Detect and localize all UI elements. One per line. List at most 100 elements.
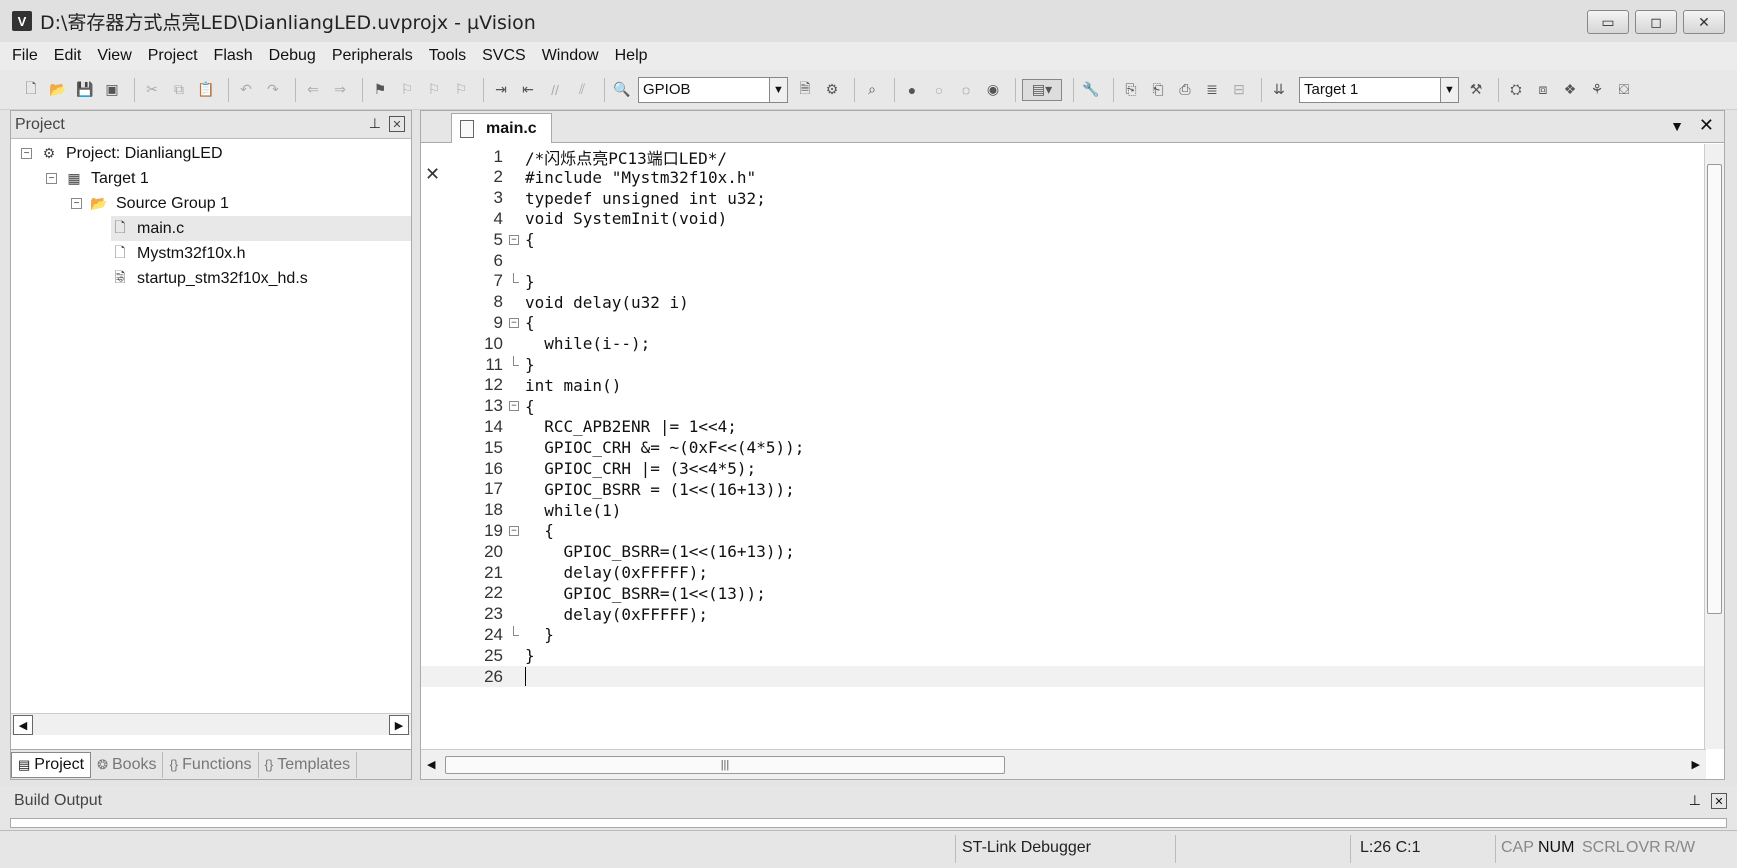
cut-icon[interactable]: ✂ bbox=[141, 79, 163, 101]
tree-target-node[interactable]: − ▦ Target 1 bbox=[46, 166, 149, 191]
menu-file[interactable]: File bbox=[12, 47, 38, 65]
uncomment-icon[interactable]: ⫽ bbox=[571, 79, 593, 101]
manage-project-icon[interactable]: ⛭ bbox=[1505, 79, 1527, 101]
code-line[interactable]: 1 /*闪烁点亮PC13端口LED*/ bbox=[421, 146, 1706, 168]
code-line[interactable]: 23 delay(0xFFFFF); bbox=[421, 604, 1706, 625]
build-output-text[interactable] bbox=[10, 818, 1727, 828]
download-icon[interactable]: ⇊ bbox=[1268, 79, 1290, 101]
redo-icon[interactable]: ↷ bbox=[262, 79, 284, 101]
menu-project[interactable]: Project bbox=[148, 47, 198, 65]
chevron-down-icon[interactable]: ▼ bbox=[769, 77, 787, 102]
code-line[interactable]: 19− { bbox=[421, 520, 1706, 541]
fold-collapse-icon[interactable]: − bbox=[509, 525, 519, 536]
prev-bookmark-icon[interactable]: ⚐ bbox=[396, 79, 418, 101]
close-icon[interactable]: ✕ bbox=[389, 116, 405, 132]
tab-main-c[interactable]: main.c bbox=[451, 113, 552, 143]
undo-icon[interactable]: ↶ bbox=[235, 79, 257, 101]
navigate-forward-icon[interactable]: ⇒ bbox=[329, 79, 351, 101]
menu-help[interactable]: Help bbox=[615, 47, 648, 65]
code-line[interactable]: 15 GPIOC_CRH &= ~(0xF<<(4*5)); bbox=[421, 437, 1706, 458]
menu-peripherals[interactable]: Peripherals bbox=[332, 47, 413, 65]
indent-icon[interactable]: ⇥ bbox=[490, 79, 512, 101]
code-line[interactable]: 17 GPIOC_BSRR = (1<<(16+13)); bbox=[421, 479, 1706, 500]
find-icon[interactable]: 🗎 bbox=[794, 79, 816, 101]
tree-file-main-c[interactable]: 🗋 main.c bbox=[111, 216, 411, 241]
debug-start-icon[interactable]: ● bbox=[901, 79, 923, 101]
paste-icon[interactable]: 📋 bbox=[195, 79, 217, 101]
code-line[interactable]: 3 typedef unsigned int u32; bbox=[421, 188, 1706, 209]
code-line[interactable]: 13−{ bbox=[421, 396, 1706, 417]
tree-file-startup[interactable]: 🗟 startup_stm32f10x_hd.s bbox=[111, 266, 307, 291]
code-line[interactable]: 7} bbox=[421, 271, 1706, 292]
tree-group-node[interactable]: − 📂 Source Group 1 bbox=[71, 191, 229, 216]
find-in-files-icon[interactable]: 🔍 bbox=[611, 79, 633, 101]
tab-project[interactable]: ▤ Project bbox=[11, 751, 92, 778]
incremental-find-icon[interactable]: ⌕ bbox=[861, 79, 883, 101]
rebuild-icon[interactable]: ⎙ bbox=[1174, 79, 1196, 101]
code-line[interactable]: 8 void delay(u32 i) bbox=[421, 292, 1706, 313]
code-area[interactable]: 1 /*闪烁点亮PC13端口LED*/ 2 #include "Mystm32f10x… bbox=[421, 144, 1706, 749]
code-line[interactable]: 20 GPIOC_BSRR=(1<<(16+13)); bbox=[421, 541, 1706, 562]
code-line[interactable]: 11} bbox=[421, 354, 1706, 375]
menu-window[interactable]: Window bbox=[542, 47, 599, 65]
minimize-button[interactable]: ▭ bbox=[1587, 10, 1629, 34]
menu-edit[interactable]: Edit bbox=[54, 47, 82, 65]
translate-icon[interactable]: ⎘ bbox=[1120, 79, 1142, 101]
bookmark-icon[interactable]: ⚑ bbox=[369, 79, 391, 101]
code-line[interactable]: 26 bbox=[421, 666, 1706, 687]
window-layout-icon[interactable]: ▤▾ bbox=[1022, 78, 1062, 101]
comment-icon[interactable]: // bbox=[544, 79, 566, 101]
scroll-thumb[interactable] bbox=[1707, 164, 1722, 614]
code-line[interactable]: 9−{ bbox=[421, 312, 1706, 333]
stop-build-icon[interactable]: ⊟ bbox=[1228, 79, 1250, 101]
pin-icon[interactable]: ⊥ bbox=[369, 115, 381, 132]
code-line[interactable]: 18 while(1) bbox=[421, 500, 1706, 521]
configure-icon[interactable]: 🔧 bbox=[1080, 79, 1102, 101]
code-line[interactable]: 4 void SystemInit(void) bbox=[421, 208, 1706, 229]
menu-tools[interactable]: Tools bbox=[429, 47, 466, 65]
scroll-left-icon[interactable]: ◀ bbox=[13, 715, 33, 735]
collapse-icon[interactable]: − bbox=[71, 198, 82, 209]
code-line[interactable]: 10 while(i--); bbox=[421, 333, 1706, 354]
open-file-icon[interactable]: 📂 bbox=[47, 79, 69, 101]
code-line[interactable]: 22 GPIOC_BSRR=(1<<(13)); bbox=[421, 583, 1706, 604]
target-options-icon[interactable]: ⚒ bbox=[1465, 79, 1487, 101]
collapse-icon[interactable]: − bbox=[46, 173, 57, 184]
target-combo[interactable]: Target 1 ▼ bbox=[1299, 76, 1459, 103]
save-icon[interactable]: 💾 bbox=[74, 79, 96, 101]
menu-flash[interactable]: Flash bbox=[214, 47, 253, 65]
next-bookmark-icon[interactable]: ⚐ bbox=[423, 79, 445, 101]
tree-file-header[interactable]: 🗋 Mystm32f10x.h bbox=[111, 241, 245, 266]
tab-templates[interactable]: {} Templates bbox=[259, 751, 358, 778]
close-icon[interactable]: ✕ bbox=[1711, 793, 1727, 809]
scroll-right-icon[interactable]: ▶ bbox=[389, 715, 409, 735]
tab-functions[interactable]: {} Functions bbox=[163, 751, 259, 778]
menu-svcs[interactable]: SVCS bbox=[482, 47, 526, 65]
fold-collapse-icon[interactable]: − bbox=[509, 401, 519, 412]
unindent-icon[interactable]: ⇤ bbox=[517, 79, 539, 101]
tree-project-node[interactable]: − ⚙ Project: DianliangLED bbox=[21, 141, 223, 166]
code-line[interactable]: 2 #include "Mystm32f10x.h" bbox=[421, 167, 1706, 188]
maximize-button[interactable]: ◻ bbox=[1635, 10, 1677, 34]
scroll-thumb[interactable]: ||| bbox=[445, 756, 1005, 774]
project-hscrollbar[interactable]: ◀ ▶ bbox=[11, 713, 411, 735]
code-line[interactable]: 16 GPIOC_CRH |= (3<<4*5); bbox=[421, 458, 1706, 479]
tab-books[interactable]: ❂ Books bbox=[91, 751, 164, 778]
pack-installer-icon[interactable]: ⚘ bbox=[1586, 79, 1608, 101]
new-file-icon[interactable]: 🗋 bbox=[20, 79, 42, 101]
menu-debug[interactable]: Debug bbox=[269, 47, 316, 65]
code-line[interactable]: 14 RCC_APB2ENR |= 1<<4; bbox=[421, 416, 1706, 437]
pin-icon[interactable]: ⊥ bbox=[1689, 792, 1701, 809]
batch-build-icon[interactable]: ≣ bbox=[1201, 79, 1223, 101]
disable-breakpoints-icon[interactable]: ◉ bbox=[982, 79, 1004, 101]
find-combo[interactable]: GPIOB ▼ bbox=[638, 76, 788, 103]
navigate-back-icon[interactable]: ⇐ bbox=[302, 79, 324, 101]
select-device-icon[interactable]: ⛋ bbox=[1613, 79, 1635, 101]
fold-collapse-icon[interactable]: − bbox=[509, 234, 519, 245]
select-packs-icon[interactable]: ⧈ bbox=[1532, 79, 1554, 101]
kill-breakpoints-icon[interactable]: ◌ bbox=[955, 79, 977, 101]
scroll-left-icon[interactable]: ◀ bbox=[427, 758, 435, 771]
menu-view[interactable]: View bbox=[97, 47, 131, 65]
save-all-icon[interactable]: ▣ bbox=[101, 79, 123, 101]
chevron-down-icon[interactable]: ▼ bbox=[1670, 118, 1684, 134]
